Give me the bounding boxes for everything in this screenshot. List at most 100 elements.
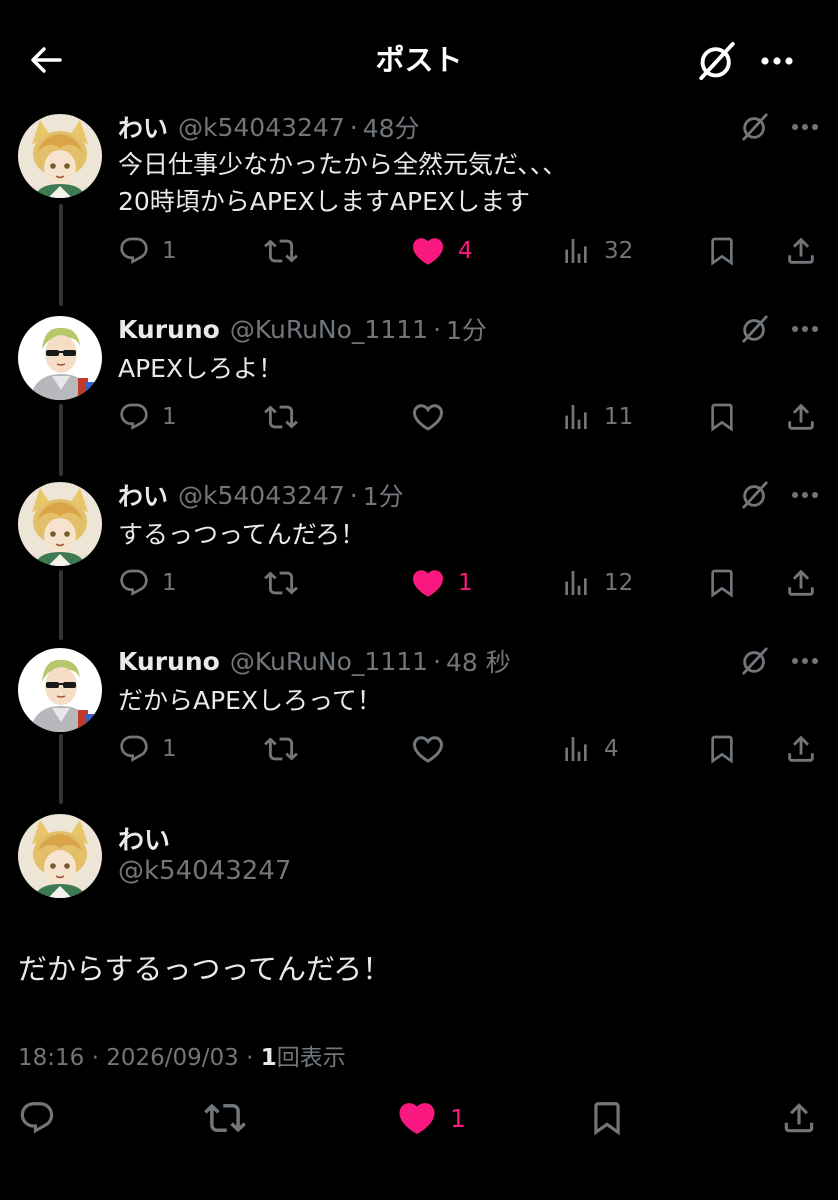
views-button[interactable]: 4 <box>560 732 619 766</box>
display-name[interactable]: Kuruno <box>118 315 220 344</box>
more-options-icon[interactable] <box>790 318 820 340</box>
avatar[interactable] <box>18 316 102 400</box>
share-button[interactable] <box>784 400 818 434</box>
repost-icon <box>264 234 298 268</box>
thread-post[interactable]: Kuruno @KuRuNo_1111 · 1分 APEXしろよ！ 1 11 <box>0 312 838 462</box>
separator-dot: · <box>433 646 442 676</box>
more-options-icon[interactable] <box>790 650 820 672</box>
top-bar: ポスト <box>0 0 838 120</box>
like-button[interactable]: 1 <box>410 566 473 600</box>
post-time[interactable]: 48 秒 <box>446 643 511 679</box>
user-handle[interactable]: @k54043247 <box>118 856 291 886</box>
views-icon <box>560 567 592 599</box>
bookmark-icon <box>588 1099 626 1137</box>
avatar[interactable] <box>18 648 102 732</box>
repost-button[interactable] <box>264 566 298 600</box>
display-name[interactable]: わい <box>118 477 168 513</box>
bookmark-button[interactable] <box>588 1098 626 1138</box>
heart-icon <box>410 731 446 767</box>
avatar[interactable] <box>18 482 102 566</box>
post-metadata: 18:16 · 2026/09/03 · 1回表示 <box>18 1038 346 1072</box>
reply-icon <box>118 235 150 267</box>
user-handle[interactable]: @KuRuNo_1111 <box>230 315 428 344</box>
bookmark-icon <box>706 567 738 599</box>
display-name[interactable]: わい <box>118 109 168 145</box>
heart-filled-icon <box>396 1097 438 1139</box>
reply-button[interactable] <box>18 1098 56 1138</box>
reply-count: 1 <box>162 404 177 430</box>
like-count: 1 <box>458 570 473 596</box>
thread-post[interactable]: Kuruno @KuRuNo_1111 · 48 秒 だからAPEXしろって！ … <box>0 644 838 794</box>
views-count: 1 <box>260 1045 277 1071</box>
reply-button[interactable]: 1 <box>118 234 177 268</box>
bookmark-button[interactable] <box>706 234 738 268</box>
repost-button[interactable] <box>264 234 298 268</box>
bookmark-button[interactable] <box>706 566 738 600</box>
share-icon <box>784 566 818 600</box>
more-options-icon[interactable] <box>756 42 798 78</box>
post-text: だからするっつってんだろ！ <box>18 952 392 986</box>
views-label: 回表示 <box>276 1045 346 1071</box>
user-handle[interactable]: @k54043247 <box>178 481 345 510</box>
reply-icon <box>118 567 150 599</box>
grok-icon[interactable] <box>740 112 770 142</box>
separator-dot: · <box>433 314 442 344</box>
views-count: 11 <box>604 404 634 430</box>
reply-icon <box>118 733 150 765</box>
share-button[interactable] <box>784 234 818 268</box>
share-button[interactable] <box>784 732 818 766</box>
avatar[interactable] <box>18 114 102 198</box>
grok-icon[interactable] <box>740 314 770 344</box>
views-button[interactable]: 12 <box>560 566 633 600</box>
reply-button[interactable]: 1 <box>118 732 177 766</box>
post-time[interactable]: 48分 <box>363 109 420 145</box>
views-count: 12 <box>604 570 634 596</box>
like-button[interactable]: 1 <box>396 1098 466 1138</box>
repost-button[interactable] <box>204 1098 246 1138</box>
views-button[interactable]: 11 <box>560 400 633 434</box>
display-name[interactable]: Kuruno <box>118 647 220 676</box>
share-icon <box>780 1099 818 1137</box>
more-options-icon[interactable] <box>790 484 820 506</box>
share-button[interactable] <box>780 1098 818 1138</box>
like-button[interactable] <box>410 400 446 434</box>
repost-button[interactable] <box>264 732 298 766</box>
grok-icon[interactable] <box>696 40 738 82</box>
more-options-icon[interactable] <box>790 116 820 138</box>
grok-icon[interactable] <box>740 646 770 676</box>
views-icon <box>560 733 592 765</box>
repost-icon <box>264 400 298 434</box>
user-handle[interactable]: @KuRuNo_1111 <box>230 647 428 676</box>
display-name[interactable]: わい <box>118 820 170 857</box>
bookmark-icon <box>706 235 738 267</box>
share-icon <box>784 234 818 268</box>
thread-post[interactable]: わい @k54043247 · 48分 今日仕事少なかったから全然元気だ、、、 … <box>0 110 838 300</box>
post-timestamp: 18:16 · 2026/09/03 · <box>18 1045 261 1071</box>
like-count: 4 <box>458 238 473 264</box>
views-count: 4 <box>604 736 619 762</box>
user-handle[interactable]: @k54043247 <box>178 113 345 142</box>
views-button[interactable]: 32 <box>560 234 633 268</box>
grok-icon[interactable] <box>740 480 770 510</box>
bookmark-button[interactable] <box>706 732 738 766</box>
reply-count: 1 <box>162 570 177 596</box>
repost-button[interactable] <box>264 400 298 434</box>
share-icon <box>784 732 818 766</box>
reply-icon <box>118 401 150 433</box>
separator-dot: · <box>349 112 358 142</box>
avatar[interactable] <box>18 814 102 898</box>
reply-button[interactable]: 1 <box>118 400 177 434</box>
post-time[interactable]: 1分 <box>363 477 404 513</box>
like-button[interactable] <box>410 732 446 766</box>
heart-filled-icon <box>410 233 446 269</box>
bookmark-button[interactable] <box>706 400 738 434</box>
share-icon <box>784 400 818 434</box>
views-icon <box>560 401 592 433</box>
thread-post[interactable]: わい @k54043247 · 1分 するっつってんだろ！ 1 1 12 <box>0 478 838 628</box>
post-text-line: APEXしろよ！ <box>118 354 284 383</box>
share-button[interactable] <box>784 566 818 600</box>
post-time[interactable]: 1分 <box>446 311 487 347</box>
reply-button[interactable]: 1 <box>118 566 177 600</box>
reply-count: 1 <box>162 736 177 762</box>
like-button[interactable]: 4 <box>410 234 473 268</box>
